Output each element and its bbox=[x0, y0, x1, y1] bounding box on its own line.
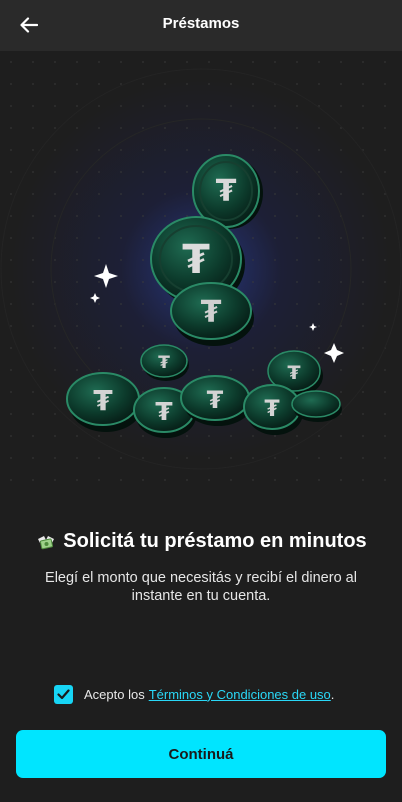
money-with-wings-icon bbox=[38, 535, 55, 549]
heading-text: Solicitá tu préstamo en minutos bbox=[63, 530, 367, 552]
svg-text:₮: ₮ bbox=[182, 237, 210, 283]
continue-button[interactable]: Continuá bbox=[16, 730, 386, 778]
heading: Solicitá tu préstamo en minutos bbox=[0, 530, 402, 553]
svg-text:₮: ₮ bbox=[155, 397, 173, 426]
svg-text:₮: ₮ bbox=[264, 397, 280, 422]
subtitle: Elegí el monto que necesitás y recibí el… bbox=[45, 570, 357, 604]
terms-suffix: . bbox=[330, 686, 335, 702]
hero-illustration: ₮ ₮ ₮ ₮ ₮ ₮ ₮ ₮ ₮ bbox=[0, 51, 402, 501]
terms-link[interactable]: Términos y Condiciones de uso bbox=[149, 687, 331, 702]
svg-text:₮: ₮ bbox=[93, 384, 113, 417]
terms-checkbox[interactable] bbox=[54, 684, 73, 704]
check-icon bbox=[57, 688, 70, 699]
svg-text:₮: ₮ bbox=[287, 362, 300, 384]
svg-text:₮: ₮ bbox=[201, 295, 222, 330]
svg-text:₮: ₮ bbox=[158, 353, 170, 373]
svg-text:₮: ₮ bbox=[216, 174, 237, 209]
terms-row: Acepto los Términos y Condiciones de uso… bbox=[54, 683, 334, 705]
tether-coins-illustration: ₮ ₮ ₮ ₮ ₮ ₮ ₮ ₮ ₮ bbox=[0, 51, 402, 501]
svg-text:₮: ₮ bbox=[207, 386, 224, 414]
terms-prefix: Acepto los bbox=[84, 686, 145, 702]
app-header: Préstamos bbox=[0, 0, 402, 51]
page-title: Préstamos bbox=[162, 15, 240, 32]
